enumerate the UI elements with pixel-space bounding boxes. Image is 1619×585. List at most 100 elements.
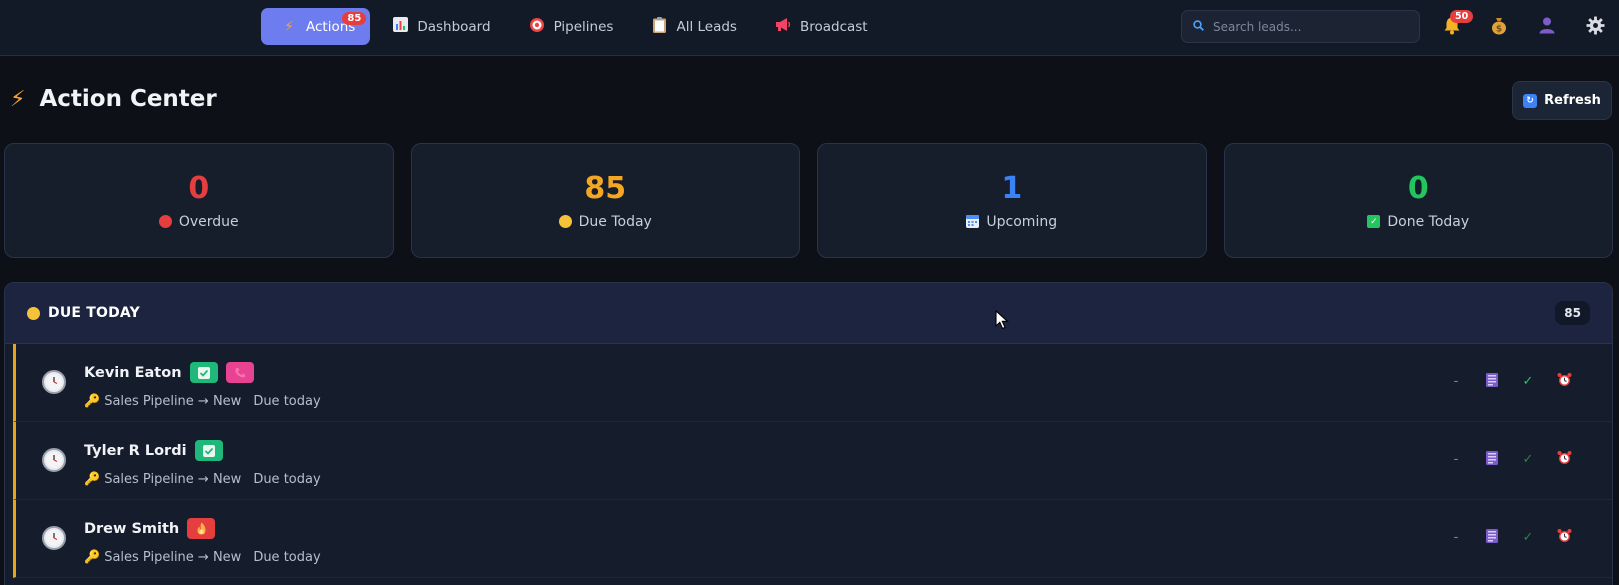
- complete-check-button[interactable]: ✓: [1519, 530, 1537, 545]
- lead-row[interactable]: Tyler R Lordi 🔑 Sales Pipeline → New Due …: [13, 422, 1612, 500]
- stat-label-row: Due Today: [558, 214, 652, 230]
- lead-meta: 🔑 Sales Pipeline → New Due today: [84, 394, 321, 409]
- notifications-button[interactable]: 50: [1440, 10, 1474, 40]
- megaphone-icon: [775, 17, 791, 36]
- pipeline-text: Sales Pipeline → New: [104, 550, 242, 565]
- stat-label: Upcoming: [986, 213, 1058, 230]
- lead-row[interactable]: Drew Smith 🔑 Sales Pipeline → New Due tod…: [13, 500, 1612, 578]
- due-today-section: DUE TODAY 85 Kevin Eaton 🔑 Sales Pipeline…: [4, 282, 1613, 585]
- page-title: ⚡ Action Center: [10, 86, 217, 112]
- pipeline-info: 🔑 Sales Pipeline → New: [84, 550, 241, 565]
- stat-label: Overdue: [178, 213, 239, 230]
- stat-due-today[interactable]: 85 Due Today: [410, 143, 800, 258]
- stat-value: 0: [1407, 170, 1429, 206]
- settings-button[interactable]: [1583, 16, 1607, 40]
- user-icon: [1538, 17, 1556, 39]
- section-title-text: DUE TODAY: [48, 305, 140, 321]
- bolt-icon: ⚡: [284, 18, 294, 35]
- clock-icon: [42, 448, 66, 472]
- stat-value: 1: [1001, 170, 1023, 206]
- search-icon: [1193, 19, 1204, 34]
- refresh-button[interactable]: ↻ Refresh: [1512, 81, 1612, 120]
- lead-name-row: Kevin Eaton: [84, 362, 254, 383]
- yellow-circle-icon: [27, 306, 40, 320]
- top-nav: ⚡ Actions 85 Dashboard Pipelines All Lea…: [0, 0, 1619, 56]
- tab-dashboard[interactable]: Dashboard: [376, 8, 506, 45]
- check-tag-icon: [194, 440, 223, 461]
- stat-done-today[interactable]: 0 ✓ Done Today: [1223, 143, 1613, 258]
- target-icon: [529, 17, 545, 37]
- phone-tag-icon: [225, 362, 254, 383]
- row-actions: - ✓: [1447, 372, 1573, 391]
- notes-button[interactable]: [1483, 528, 1501, 547]
- stat-value: 85: [584, 170, 627, 206]
- snooze-alarm-button[interactable]: [1555, 528, 1573, 547]
- notes-button[interactable]: [1483, 372, 1501, 391]
- clipboard-icon: [651, 16, 667, 37]
- stat-label-row: Upcoming: [966, 214, 1057, 230]
- dash-action[interactable]: -: [1447, 530, 1465, 545]
- tab-label: All Leads: [676, 18, 737, 35]
- lead-name[interactable]: Tyler R Lordi: [84, 443, 187, 459]
- pipeline-info: 🔑 Sales Pipeline → New: [84, 472, 241, 487]
- stat-label: Done Today: [1387, 213, 1470, 230]
- complete-check-button[interactable]: ✓: [1519, 452, 1537, 467]
- profile-button[interactable]: [1535, 16, 1559, 39]
- tab-label: Broadcast: [799, 18, 868, 35]
- section-header[interactable]: DUE TODAY 85: [5, 283, 1612, 344]
- svg-text:$: $: [1496, 25, 1502, 35]
- lead-row[interactable]: Kevin Eaton 🔑 Sales Pipeline → New Due to…: [13, 344, 1612, 422]
- refresh-icon: ↻: [1523, 93, 1538, 108]
- pipeline-text: Sales Pipeline → New: [104, 472, 242, 487]
- lead-name[interactable]: Drew Smith: [84, 521, 179, 537]
- refresh-label: Refresh: [1544, 93, 1601, 108]
- bar-chart-icon: [392, 17, 408, 36]
- snooze-alarm-button[interactable]: [1555, 450, 1573, 469]
- row-actions: - ✓: [1447, 528, 1573, 547]
- tab-all-leads[interactable]: All Leads: [635, 8, 753, 45]
- lead-name[interactable]: Kevin Eaton: [84, 365, 182, 381]
- complete-check-button[interactable]: ✓: [1519, 374, 1537, 389]
- key-icon: 🔑: [84, 394, 101, 409]
- yellow-circle-icon: [558, 215, 572, 228]
- clock-icon: [42, 370, 66, 394]
- tab-label: Pipelines: [553, 18, 614, 35]
- tab-actions[interactable]: ⚡ Actions 85: [261, 8, 371, 45]
- due-text: Due today: [253, 472, 321, 487]
- gear-icon: [1585, 16, 1605, 40]
- search-box[interactable]: [1181, 10, 1420, 43]
- pipeline-info: 🔑 Sales Pipeline → New: [84, 394, 241, 409]
- lead-meta: 🔑 Sales Pipeline → New Due today: [84, 472, 321, 487]
- key-icon: 🔑: [84, 472, 101, 487]
- due-text: Due today: [253, 550, 321, 565]
- bolt-icon: ⚡: [10, 86, 26, 112]
- stat-label-row: ✓ Done Today: [1367, 214, 1469, 230]
- check-box-icon: ✓: [1367, 215, 1381, 228]
- section-count: 85: [1555, 301, 1590, 325]
- money-bag-button[interactable]: $: [1487, 16, 1511, 40]
- section-title: DUE TODAY: [27, 305, 140, 321]
- stat-cards: 0 Overdue 85 Due Today 1 Upcoming 0 ✓ Do…: [4, 143, 1613, 258]
- notes-button[interactable]: [1483, 450, 1501, 469]
- money-bag-icon: $: [1490, 18, 1508, 40]
- stat-upcoming[interactable]: 1 Upcoming: [817, 143, 1207, 258]
- due-text: Due today: [253, 394, 321, 409]
- clock-icon: [42, 526, 66, 550]
- pipeline-text: Sales Pipeline → New: [104, 394, 242, 409]
- snooze-alarm-button[interactable]: [1555, 372, 1573, 391]
- nav-tabs: ⚡ Actions 85 Dashboard Pipelines All Lea…: [261, 8, 884, 45]
- stat-value: 0: [188, 170, 210, 206]
- stat-overdue[interactable]: 0 Overdue: [4, 143, 394, 258]
- tab-broadcast[interactable]: Broadcast: [759, 8, 884, 45]
- lead-name-row: Tyler R Lordi: [84, 440, 223, 461]
- key-icon: 🔑: [84, 550, 101, 565]
- check-tag-icon: [189, 362, 218, 383]
- search-input[interactable]: [1213, 19, 1403, 34]
- lead-meta: 🔑 Sales Pipeline → New Due today: [84, 550, 321, 565]
- red-circle-icon: [158, 215, 172, 228]
- dash-action[interactable]: -: [1447, 452, 1465, 467]
- dash-action[interactable]: -: [1447, 374, 1465, 389]
- tab-label: Dashboard: [417, 18, 491, 35]
- stat-label-row: Overdue: [158, 213, 239, 230]
- tab-pipelines[interactable]: Pipelines: [513, 8, 630, 45]
